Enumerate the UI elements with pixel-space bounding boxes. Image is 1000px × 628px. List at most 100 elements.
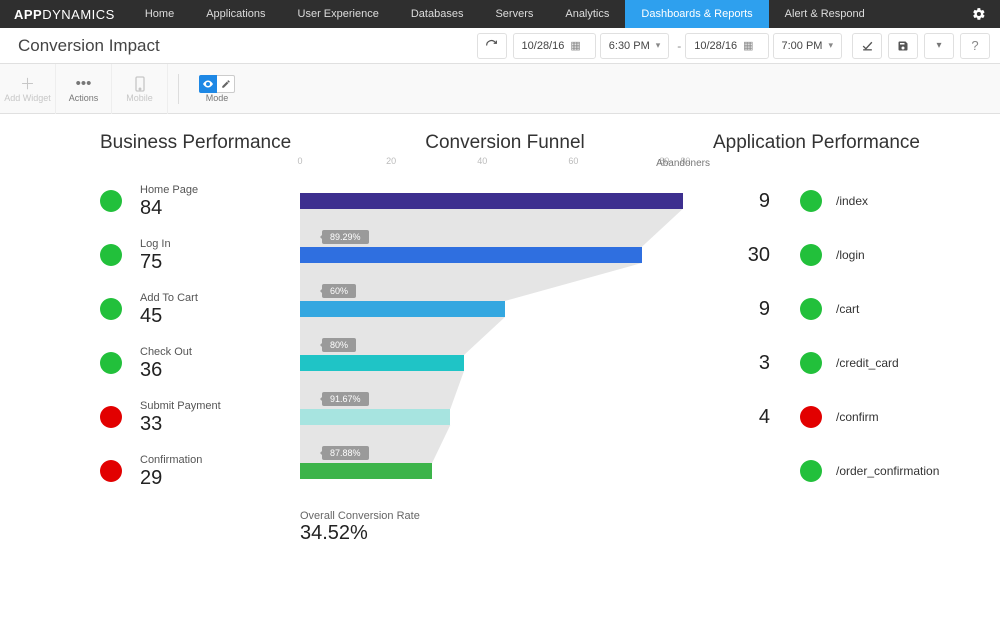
status-dot: [800, 460, 822, 482]
conversion-badge: 91.67%: [322, 392, 369, 406]
calendar-icon: ▦: [570, 39, 580, 52]
nav-item-home[interactable]: Home: [129, 0, 190, 28]
from-date-value: 10/28/16: [522, 40, 565, 52]
app-endpoint: /confirm: [770, 390, 920, 444]
metric-label: Log In: [140, 238, 171, 251]
metric-value: 29: [140, 467, 202, 489]
metric-value: 75: [140, 251, 171, 273]
abandoners-value: 3: [710, 336, 770, 390]
actions-button[interactable]: ••• Actions: [56, 64, 112, 114]
conversion-badge: 60%: [322, 284, 356, 298]
help-button[interactable]: ?: [960, 33, 990, 59]
mobile-icon: [135, 75, 145, 93]
nav-items: HomeApplicationsUser ExperienceDatabases…: [129, 0, 881, 28]
time-range-separator: -: [677, 39, 681, 53]
from-time-value: 6:30 PM: [609, 40, 650, 52]
status-dot: [100, 460, 122, 482]
metric-label: Home Page: [140, 184, 198, 197]
business-metric: Submit Payment33: [100, 390, 300, 444]
endpoint-label: /cart: [836, 302, 859, 316]
save-button[interactable]: [888, 33, 918, 59]
widget-toolbar: ＋ Add Widget ••• Actions Mobile Mode: [0, 64, 1000, 114]
chevron-down-icon: ▾: [828, 40, 833, 51]
apply-button[interactable]: [852, 33, 882, 59]
abandoners-value: 9: [710, 282, 770, 336]
status-dot: [100, 244, 122, 266]
nav-item-alert-respond[interactable]: Alert & Respond: [769, 0, 881, 28]
business-metric: Home Page84: [100, 174, 300, 228]
nav-item-applications[interactable]: Applications: [190, 0, 281, 28]
mode-label: Mode: [206, 93, 229, 103]
more-icon: •••: [76, 75, 92, 93]
endpoint-label: /index: [836, 194, 868, 208]
add-widget-button[interactable]: ＋ Add Widget: [0, 64, 56, 114]
nav-item-user-experience[interactable]: User Experience: [282, 0, 395, 28]
status-dot: [800, 190, 822, 212]
pencil-icon: [217, 75, 235, 93]
endpoint-label: /order_confirmation: [836, 464, 939, 478]
app-endpoint: /cart: [770, 282, 920, 336]
from-time[interactable]: 6:30 PM ▾: [600, 33, 670, 59]
time-range-picker[interactable]: 10/28/16 ▦ 6:30 PM ▾ - 10/28/16 ▦ 7:00 P…: [513, 33, 846, 59]
metric-value: 36: [140, 359, 192, 381]
business-metric: Check Out36: [100, 336, 300, 390]
brand-light: DYNAMICS: [42, 7, 115, 22]
metric-label: Add To Cart: [140, 292, 198, 305]
to-date[interactable]: 10/28/16 ▦: [685, 33, 768, 59]
to-time[interactable]: 7:00 PM ▾: [773, 33, 843, 59]
refresh-button[interactable]: [477, 33, 507, 59]
plus-icon: ＋: [20, 75, 35, 93]
funnel-axis: 02040608080: [300, 156, 710, 170]
mode-toggle[interactable]: Mode: [189, 64, 245, 114]
axis-tick: 60: [568, 156, 578, 166]
funnel-rows: Home Page84Abandoners9/indexLog In7589.2…: [100, 174, 920, 498]
to-time-value: 7:00 PM: [782, 40, 823, 52]
status-dot: [100, 406, 122, 428]
chevron-down-icon: ▾: [936, 40, 941, 51]
conversion-badge: 80%: [322, 338, 356, 352]
from-date[interactable]: 10/28/16 ▦: [513, 33, 596, 59]
abandoners-value: 4: [710, 390, 770, 444]
more-button[interactable]: ▾: [924, 33, 954, 59]
metric-value: 45: [140, 305, 198, 327]
nav-item-databases[interactable]: Databases: [395, 0, 480, 28]
brand-bold: APP: [14, 7, 42, 22]
business-metric: Add To Cart45: [100, 282, 300, 336]
axis-tick: 20: [386, 156, 396, 166]
metric-label: Check Out: [140, 346, 192, 359]
metric-label: Submit Payment: [140, 400, 221, 413]
abandoners-value: 30: [710, 228, 770, 282]
funnel-row: Confirmation2987.88%/order_confirmation: [100, 444, 920, 498]
status-dot: [800, 298, 822, 320]
app-endpoint: /order_confirmation: [770, 444, 920, 498]
abandoners-value: [710, 444, 770, 498]
axis-tick: 0: [297, 156, 302, 166]
status-dot: [800, 406, 822, 428]
app-endpoint: /credit_card: [770, 336, 920, 390]
metric-value: 33: [140, 413, 221, 435]
funnel-cell: 87.88%: [300, 444, 710, 498]
gear-icon[interactable]: [958, 0, 1000, 28]
nav-item-dashboards-reports[interactable]: Dashboards & Reports: [625, 0, 768, 28]
business-title: Business Performance: [100, 132, 300, 154]
status-dot: [800, 244, 822, 266]
overall-value: 34.52%: [300, 522, 920, 545]
brand-logo: APPDYNAMICS: [0, 0, 129, 28]
status-dot: [800, 352, 822, 374]
help-icon: ?: [971, 38, 978, 53]
app-endpoint: /index: [770, 174, 920, 228]
nav-item-servers[interactable]: Servers: [479, 0, 549, 28]
conversion-badge: 87.88%: [322, 446, 369, 460]
overall-conversion: Overall Conversion Rate 34.52%: [300, 510, 920, 545]
add-widget-label: Add Widget: [4, 93, 51, 103]
chevron-down-icon: ▾: [656, 40, 661, 51]
nav-item-analytics[interactable]: Analytics: [549, 0, 625, 28]
endpoint-label: /confirm: [836, 410, 879, 424]
business-metric: Log In75: [100, 228, 300, 282]
dashboard-body: Business Performance Conversion Funnel A…: [0, 114, 1000, 575]
axis-tick: 40: [477, 156, 487, 166]
overall-label: Overall Conversion Rate: [300, 510, 920, 522]
subheader: Conversion Impact 10/28/16 ▦ 6:30 PM ▾ -…: [0, 28, 1000, 64]
mobile-button[interactable]: Mobile: [112, 64, 168, 114]
actions-label: Actions: [69, 93, 99, 103]
